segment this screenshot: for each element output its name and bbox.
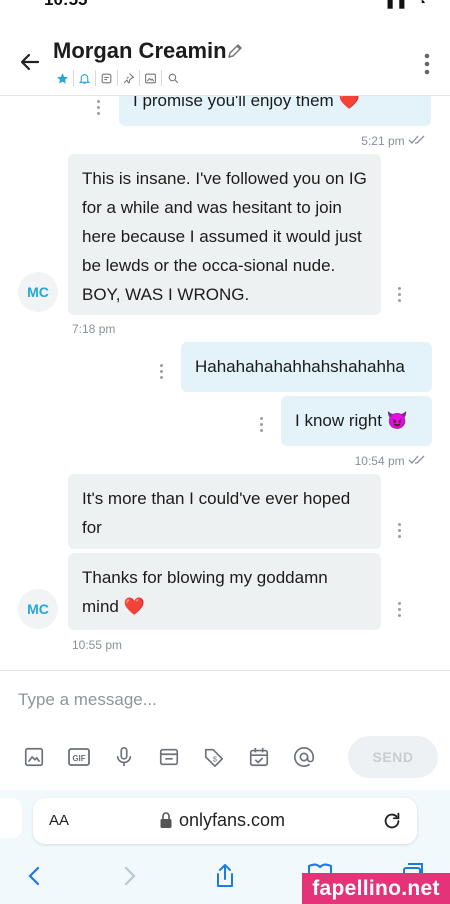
mention-icon[interactable] xyxy=(288,743,320,771)
message-input[interactable] xyxy=(18,685,428,715)
message-text: It's more than I could've ever hoped for xyxy=(82,489,351,537)
message-text: Hahahahahahhahshahahha xyxy=(195,357,405,376)
status-time: 10:55 xyxy=(44,0,87,10)
notes-icon[interactable] xyxy=(96,70,118,86)
message-options-icon[interactable] xyxy=(398,523,402,539)
image-icon[interactable] xyxy=(18,743,50,771)
media-gallery-icon[interactable] xyxy=(140,70,162,86)
timestamp-text: 5:21 pm xyxy=(361,134,405,148)
message-options-icon[interactable] xyxy=(97,100,101,116)
message-text: I promise you'll enjoy them ❤️ xyxy=(133,96,360,110)
read-checkmarks-icon xyxy=(408,455,425,464)
address-bar[interactable]: AA onlyfans.com xyxy=(33,798,417,844)
notification-bell-icon[interactable] xyxy=(74,70,96,86)
chat-header: Morgan Creamin xyxy=(0,30,450,96)
svg-text:GIF: GIF xyxy=(72,754,85,763)
composer-toolbar: GIF $ xyxy=(18,743,333,771)
microphone-icon[interactable] xyxy=(108,743,140,771)
outgoing-message[interactable]: I know right 😈 xyxy=(281,396,432,446)
back-arrow-icon[interactable] xyxy=(18,50,42,74)
contact-name[interactable]: Morgan Creamin xyxy=(53,38,227,64)
header-actions xyxy=(52,70,184,86)
message-timestamp: 10:55 pm xyxy=(72,638,123,652)
system-status-icons: ▮▮ ◔ xyxy=(386,0,430,10)
message-options-icon[interactable] xyxy=(260,417,264,433)
message-timestamp: 7:18 pm xyxy=(72,322,116,336)
url-domain[interactable]: onlyfans.com xyxy=(179,810,285,831)
calendar-icon[interactable] xyxy=(243,743,275,771)
outgoing-message[interactable]: Hahahahahahhahshahahha xyxy=(181,342,432,392)
share-icon[interactable] xyxy=(211,862,239,890)
adjacent-tab[interactable] xyxy=(0,798,22,838)
outgoing-message[interactable]: I promise you'll enjoy them ❤️ xyxy=(119,96,431,126)
search-icon[interactable] xyxy=(162,70,184,86)
watermark-label: fapellino.net xyxy=(302,873,450,904)
message-options-icon[interactable] xyxy=(398,287,402,303)
svg-text:$: $ xyxy=(213,755,217,764)
incoming-message[interactable]: It's more than I could've ever hoped for xyxy=(68,474,381,549)
message-text: I know right 😈 xyxy=(295,411,408,430)
message-list[interactable]: I promise you'll enjoy them ❤️ 5:21 pm T… xyxy=(0,96,450,670)
more-options-icon[interactable] xyxy=(424,52,430,76)
text-size-button[interactable]: AA xyxy=(49,812,69,829)
timestamp-text: 10:54 pm xyxy=(354,454,405,468)
message-options-icon[interactable] xyxy=(398,602,402,618)
lock-icon xyxy=(160,812,172,828)
incoming-message[interactable]: Thanks for blowing my goddamn mind ❤️ xyxy=(68,553,381,630)
vault-icon[interactable] xyxy=(153,743,185,771)
avatar[interactable]: MC xyxy=(18,589,58,629)
avatar[interactable]: MC xyxy=(18,272,58,312)
price-tag-icon[interactable]: $ xyxy=(198,743,230,771)
gif-icon[interactable]: GIF xyxy=(63,743,95,771)
message-timestamp: 10:54 pm xyxy=(308,454,428,468)
incoming-message[interactable]: This is insane. I've followed you on IG … xyxy=(68,154,381,315)
message-text: This is insane. I've followed you on IG … xyxy=(82,169,367,304)
favorite-star-icon[interactable] xyxy=(52,70,74,86)
pencil-edit-icon[interactable] xyxy=(226,42,244,60)
reload-icon[interactable] xyxy=(381,810,403,832)
forward-nav-icon[interactable] xyxy=(116,862,144,890)
read-checkmarks-icon xyxy=(408,135,425,144)
message-text: Thanks for blowing my goddamn mind ❤️ xyxy=(82,568,328,616)
back-nav-icon[interactable] xyxy=(20,862,48,890)
pin-icon[interactable] xyxy=(118,70,140,86)
status-bar: 10:55 ▮▮ ◔ xyxy=(0,0,450,30)
message-timestamp: 5:21 pm xyxy=(308,134,428,148)
message-options-icon[interactable] xyxy=(160,364,164,380)
message-composer: GIF $ SEND xyxy=(0,670,450,790)
send-button[interactable]: SEND xyxy=(348,736,438,778)
